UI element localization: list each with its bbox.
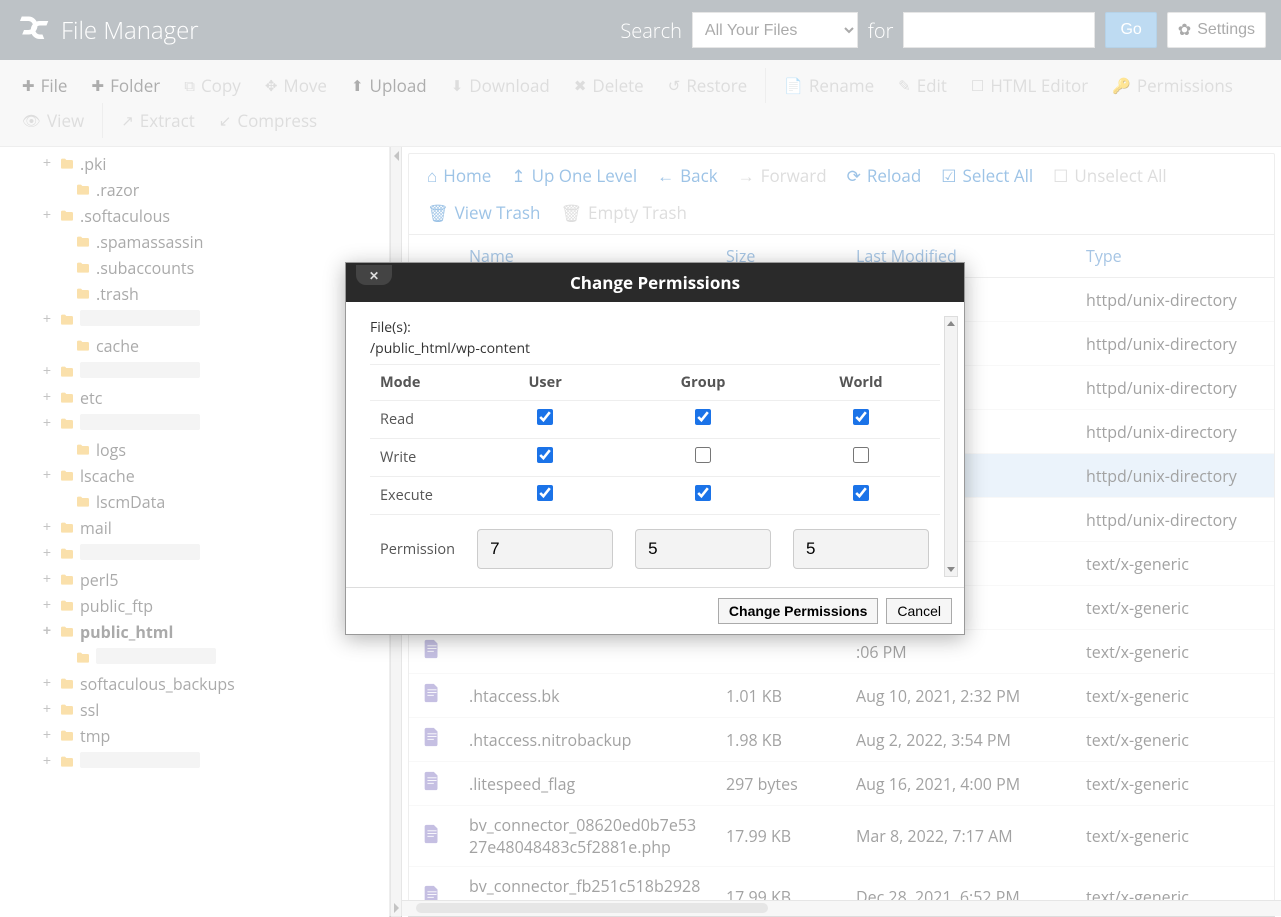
dialog-footer: Change Permissions Cancel <box>346 587 964 634</box>
perm-value-world[interactable] <box>793 529 929 569</box>
dialog-title: Change Permissions <box>570 271 740 294</box>
perm-execute-world[interactable] <box>853 485 869 501</box>
perm-numeric-label: Permission <box>370 515 466 578</box>
dialog-body: File(s): /public_html/wp-content Mode Us… <box>346 302 964 587</box>
perm-write-user[interactable] <box>537 447 553 463</box>
perm-read-group[interactable] <box>695 409 711 425</box>
perm-row-write-label: Write <box>370 439 466 477</box>
perm-value-user[interactable] <box>477 529 613 569</box>
perm-col-mode: Mode <box>370 365 466 401</box>
perm-col-group: Group <box>624 365 782 401</box>
perm-execute-group[interactable] <box>695 485 711 501</box>
perm-write-group[interactable] <box>695 447 711 463</box>
change-permissions-dialog: ✕ Change Permissions File(s): /public_ht… <box>345 262 965 635</box>
perm-read-user[interactable] <box>537 409 553 425</box>
dialog-scrollbar[interactable] <box>944 316 958 577</box>
perm-read-world[interactable] <box>853 409 869 425</box>
perm-execute-user[interactable] <box>537 485 553 501</box>
perm-row-read-label: Read <box>370 401 466 439</box>
perm-col-world: World <box>782 365 940 401</box>
perm-col-user: User <box>466 365 624 401</box>
dialog-title-bar[interactable]: ✕ Change Permissions <box>346 263 964 302</box>
dialog-close-button[interactable]: ✕ <box>356 265 392 285</box>
perm-write-world[interactable] <box>853 447 869 463</box>
dialog-submit-button[interactable]: Change Permissions <box>718 598 879 624</box>
dialog-files-label: File(s): <box>370 318 940 337</box>
perm-value-group[interactable] <box>635 529 771 569</box>
dialog-cancel-button[interactable]: Cancel <box>886 598 952 624</box>
permissions-table: Mode User Group World Read Write Execute <box>370 364 940 577</box>
dialog-files-path: /public_html/wp-content <box>370 339 940 358</box>
perm-row-execute-label: Execute <box>370 477 466 515</box>
